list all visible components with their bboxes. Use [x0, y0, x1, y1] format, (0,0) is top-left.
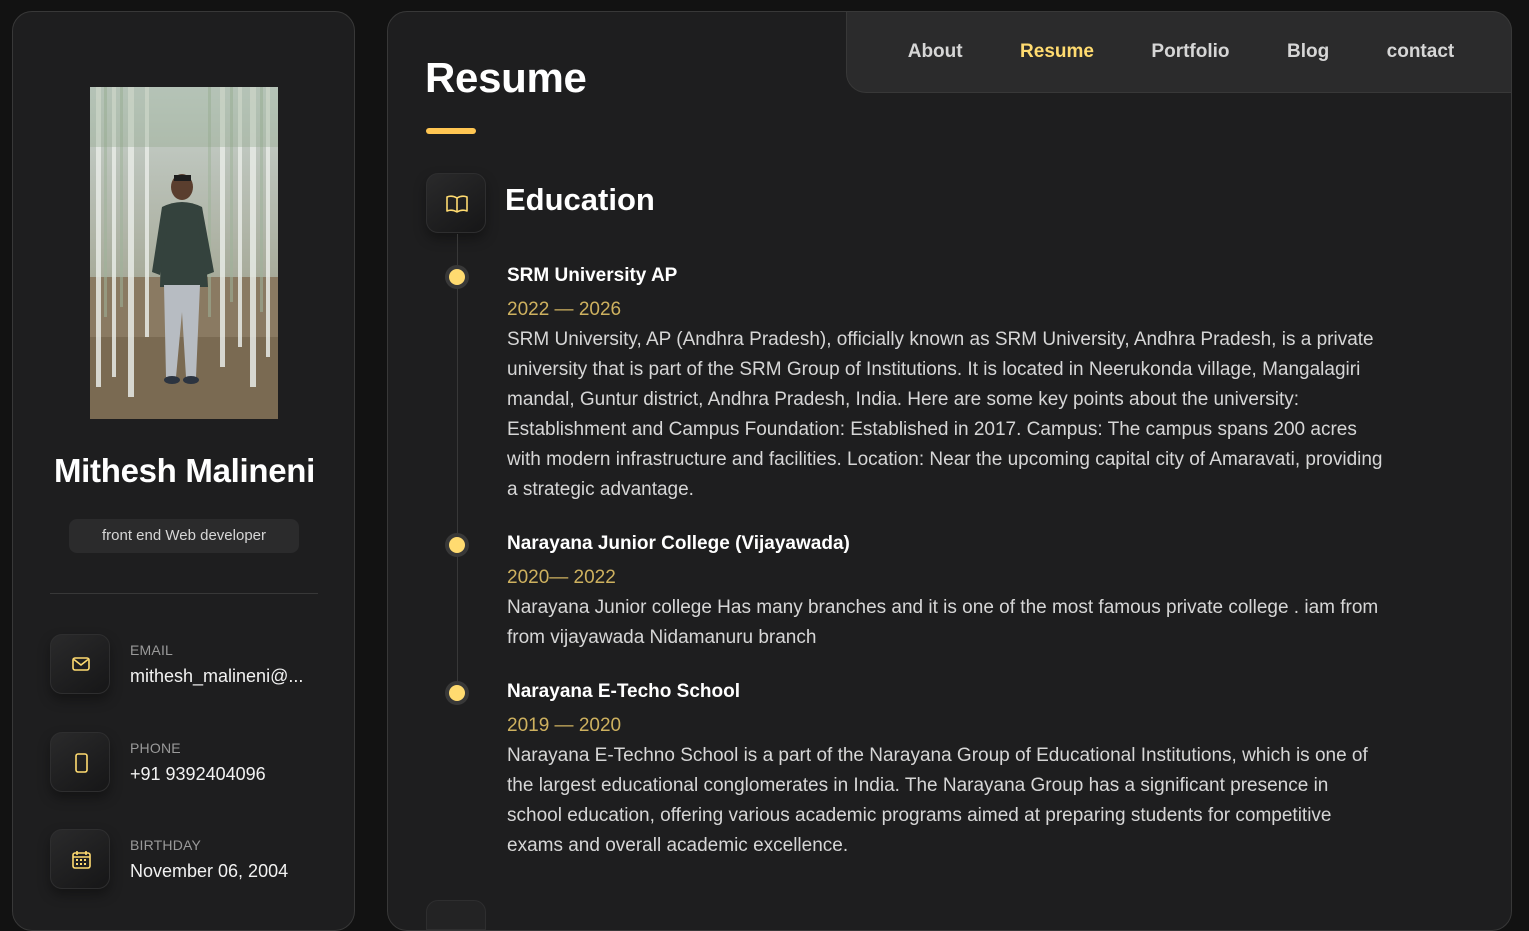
mail-icon: [50, 634, 110, 694]
section-title-education: Education: [505, 182, 655, 217]
timeline-item-title: SRM University AP: [507, 265, 678, 286]
timeline-dot: [449, 685, 465, 701]
timeline-item-title: Narayana E-Techo School: [507, 681, 740, 702]
calendar-icon: [50, 829, 110, 889]
page-title: Resume: [425, 54, 587, 101]
email-link[interactable]: mithesh_malineni@...: [130, 666, 303, 687]
contact-birthday: BIRTHDAY November 06, 2004: [50, 829, 330, 891]
phone-icon: [50, 732, 110, 792]
nav-about[interactable]: About: [908, 41, 963, 63]
timeline-item: Narayana E-Techo School 2019 — 2020 Nara…: [449, 679, 1387, 861]
avatar-photo: [90, 87, 278, 419]
contact-label: EMAIL: [130, 642, 174, 658]
profile-name: Mithesh Malineni: [53, 452, 316, 489]
book-icon: [426, 173, 486, 233]
contact-label: BIRTHDAY: [130, 837, 202, 853]
sidebar: Mithesh Malineni front end Web developer…: [12, 11, 355, 931]
profile-title-badge: front end Web developer: [69, 519, 299, 553]
timeline-item-text: SRM University, AP (Andhra Pradesh), off…: [507, 329, 1383, 500]
timeline-item-text: Narayana Junior college Has many branche…: [507, 597, 1379, 648]
main-content: About Resume Portfolio Blog contact Resu…: [387, 11, 1512, 931]
title-underline: [426, 128, 476, 134]
contact-email: EMAIL mithesh_malineni@...: [50, 634, 330, 696]
nav-portfolio[interactable]: Portfolio: [1151, 41, 1229, 63]
contact-phone: PHONE +91 9392404096: [50, 732, 330, 794]
timeline-item-text: Narayana E-Techno School is a part of th…: [507, 745, 1368, 856]
avatar: [90, 87, 278, 419]
nav-blog[interactable]: Blog: [1287, 41, 1329, 63]
timeline-item-date: 2022 — 2026: [507, 299, 622, 320]
timeline-line: [457, 234, 458, 694]
timeline-item: SRM University AP 2022 — 2026 SRM Univer…: [449, 263, 1387, 505]
sidebar-separator: [50, 593, 318, 594]
nav-contact[interactable]: contact: [1387, 41, 1455, 63]
timeline-item-date: 2019 — 2020: [507, 715, 622, 736]
timeline-item-title: Narayana Junior College (Vijayawada): [507, 533, 850, 554]
next-section-icon-peek: [426, 900, 486, 930]
timeline-dot: [449, 537, 465, 553]
navbar: About Resume Portfolio Blog contact: [846, 11, 1512, 93]
timeline-item-date: 2020— 2022: [507, 567, 616, 588]
nav-resume[interactable]: Resume: [1020, 41, 1094, 63]
phone-link[interactable]: +91 9392404096: [130, 764, 266, 785]
birthday-value: November 06, 2004: [130, 861, 289, 881]
timeline-dot: [449, 269, 465, 285]
contact-label: PHONE: [130, 740, 181, 756]
timeline-item: Narayana Junior College (Vijayawada) 202…: [449, 531, 1387, 653]
